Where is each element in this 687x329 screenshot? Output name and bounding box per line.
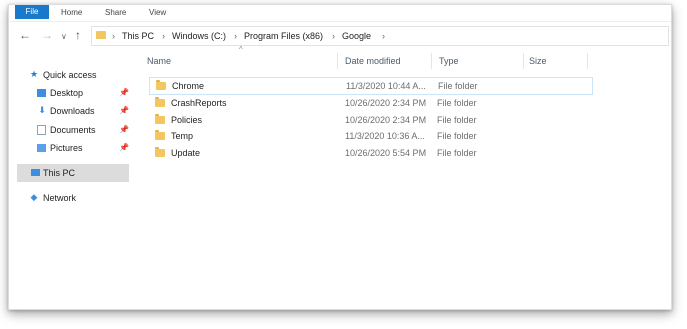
tab-home[interactable]: Home — [61, 7, 82, 19]
folder-icon — [155, 114, 165, 124]
file-name: Update — [171, 148, 201, 158]
sidebar-item-network[interactable]: ◆ Network — [29, 189, 129, 207]
table-row[interactable]: Temp 11/3/2020 10:36 A... File folder — [149, 128, 591, 144]
sidebar-item-label: Pictures — [50, 143, 83, 153]
column-header-size[interactable]: Size — [529, 51, 547, 71]
sidebar-item-label: Desktop — [50, 88, 84, 98]
chevron-right-icon: › — [332, 31, 335, 41]
table-row[interactable]: CrashReports 10/26/2020 2:34 PM File fol… — [149, 95, 591, 111]
pin-icon[interactable]: 📌 — [119, 84, 129, 102]
folder-icon — [155, 147, 165, 157]
arrow-left-icon: ← — [19, 28, 31, 42]
folder-icon — [96, 31, 106, 39]
folder-icon — [155, 130, 165, 140]
breadcrumb-program-files-x86[interactable]: Program Files (x86) — [244, 30, 323, 42]
file-explorer-window: File Home Share View ← → ∨ ↑ › This PC ›… — [8, 4, 672, 310]
sidebar-item-label: Quick access — [43, 70, 97, 80]
file-type: File folder — [437, 131, 477, 141]
sidebar-item-label: Documents — [50, 125, 96, 135]
chevron-right-icon: › — [112, 31, 115, 41]
breadcrumb-windows-c[interactable]: Windows (C:) — [172, 30, 226, 42]
column-header-name[interactable]: Name — [147, 51, 171, 71]
file-name: Temp — [171, 131, 194, 141]
sidebar-item-documents[interactable]: Documents 📌 — [37, 121, 129, 139]
navigation-bar: ← → ∨ ↑ › This PC › Windows (C:) › Progr… — [9, 25, 671, 47]
column-header-type[interactable]: Type — [439, 51, 459, 71]
ribbon-tabs: File Home Share View — [9, 5, 671, 22]
breadcrumb-this-pc[interactable]: This PC — [122, 30, 154, 42]
tab-view[interactable]: View — [149, 7, 166, 19]
file-name: CrashReports — [171, 98, 227, 108]
sidebar-item-this-pc[interactable]: This PC — [17, 164, 129, 182]
back-button[interactable]: ← — [19, 28, 31, 42]
file-name: Policies — [171, 115, 203, 125]
column-divider[interactable] — [523, 53, 524, 69]
column-divider[interactable] — [431, 53, 432, 69]
sidebar-item-pictures[interactable]: Pictures 📌 — [37, 139, 129, 157]
tab-file[interactable]: File — [15, 5, 49, 19]
network-icon: ◆ — [30, 192, 38, 202]
recent-locations-button[interactable]: ∨ — [61, 30, 67, 44]
file-type: File folder — [437, 115, 477, 125]
arrow-right-icon: → — [41, 28, 53, 42]
column-header-date-modified[interactable]: Date modified — [345, 51, 401, 71]
column-divider[interactable] — [587, 53, 588, 69]
file-date-modified: 10/26/2020 2:34 PM — [345, 115, 427, 125]
computer-icon — [31, 169, 40, 176]
sidebar-item-desktop[interactable]: Desktop 📌 — [37, 84, 129, 102]
pin-icon[interactable]: 📌 — [119, 139, 129, 157]
file-date-modified: 10/26/2020 5:54 PM — [345, 148, 427, 158]
file-list: ^ Name Date modified Type Size Chrome 11… — [139, 45, 669, 309]
pin-icon[interactable]: 📌 — [119, 121, 129, 139]
desktop-icon — [37, 89, 46, 97]
pin-icon[interactable]: 📌 — [119, 102, 129, 120]
sidebar-item-label: Downloads — [50, 106, 95, 116]
chevron-down-icon: ∨ — [61, 32, 67, 41]
table-row[interactable]: Update 10/26/2020 5:54 PM File folder — [149, 145, 591, 161]
file-date-modified: 10/26/2020 2:34 PM — [345, 98, 427, 108]
forward-button[interactable]: → — [41, 28, 53, 42]
chevron-right-icon: › — [162, 31, 165, 41]
pictures-icon — [37, 144, 46, 152]
up-button[interactable]: ↑ — [75, 28, 81, 42]
arrow-up-icon: ↑ — [75, 28, 81, 42]
download-icon: ⬇ — [38, 105, 46, 115]
folder-icon — [156, 80, 166, 90]
file-date-modified: 11/3/2020 10:44 A... — [346, 81, 426, 91]
sidebar-item-quick-access[interactable]: ★ Quick access — [29, 66, 129, 84]
file-date-modified: 11/3/2020 10:36 A... — [345, 131, 425, 141]
file-type: File folder — [438, 81, 478, 91]
sidebar-item-label: Network — [43, 193, 77, 203]
file-type: File folder — [437, 148, 477, 158]
file-type: File folder — [437, 98, 477, 108]
address-bar[interactable]: › This PC › Windows (C:) › Program Files… — [91, 26, 669, 46]
star-icon: ★ — [29, 69, 39, 79]
breadcrumb-google[interactable]: Google — [342, 30, 371, 42]
sidebar-item-label: This PC — [43, 168, 76, 178]
table-row[interactable]: Policies 10/26/2020 2:34 PM File folder — [149, 112, 591, 128]
navigation-pane: ★ Quick access Desktop 📌 ⬇ Downloads 📌 D… — [9, 51, 131, 309]
document-icon — [37, 125, 46, 135]
table-row[interactable]: Chrome 11/3/2020 10:44 A... File folder — [149, 77, 593, 95]
chevron-right-icon: › — [382, 31, 385, 41]
file-name: Chrome — [172, 81, 205, 91]
folder-icon — [155, 97, 165, 107]
chevron-right-icon: › — [234, 31, 237, 41]
sidebar-item-downloads[interactable]: ⬇ Downloads 📌 — [37, 102, 129, 120]
sort-up-icon: ^ — [239, 45, 243, 54]
column-divider[interactable] — [337, 53, 338, 69]
tab-share[interactable]: Share — [105, 7, 126, 19]
